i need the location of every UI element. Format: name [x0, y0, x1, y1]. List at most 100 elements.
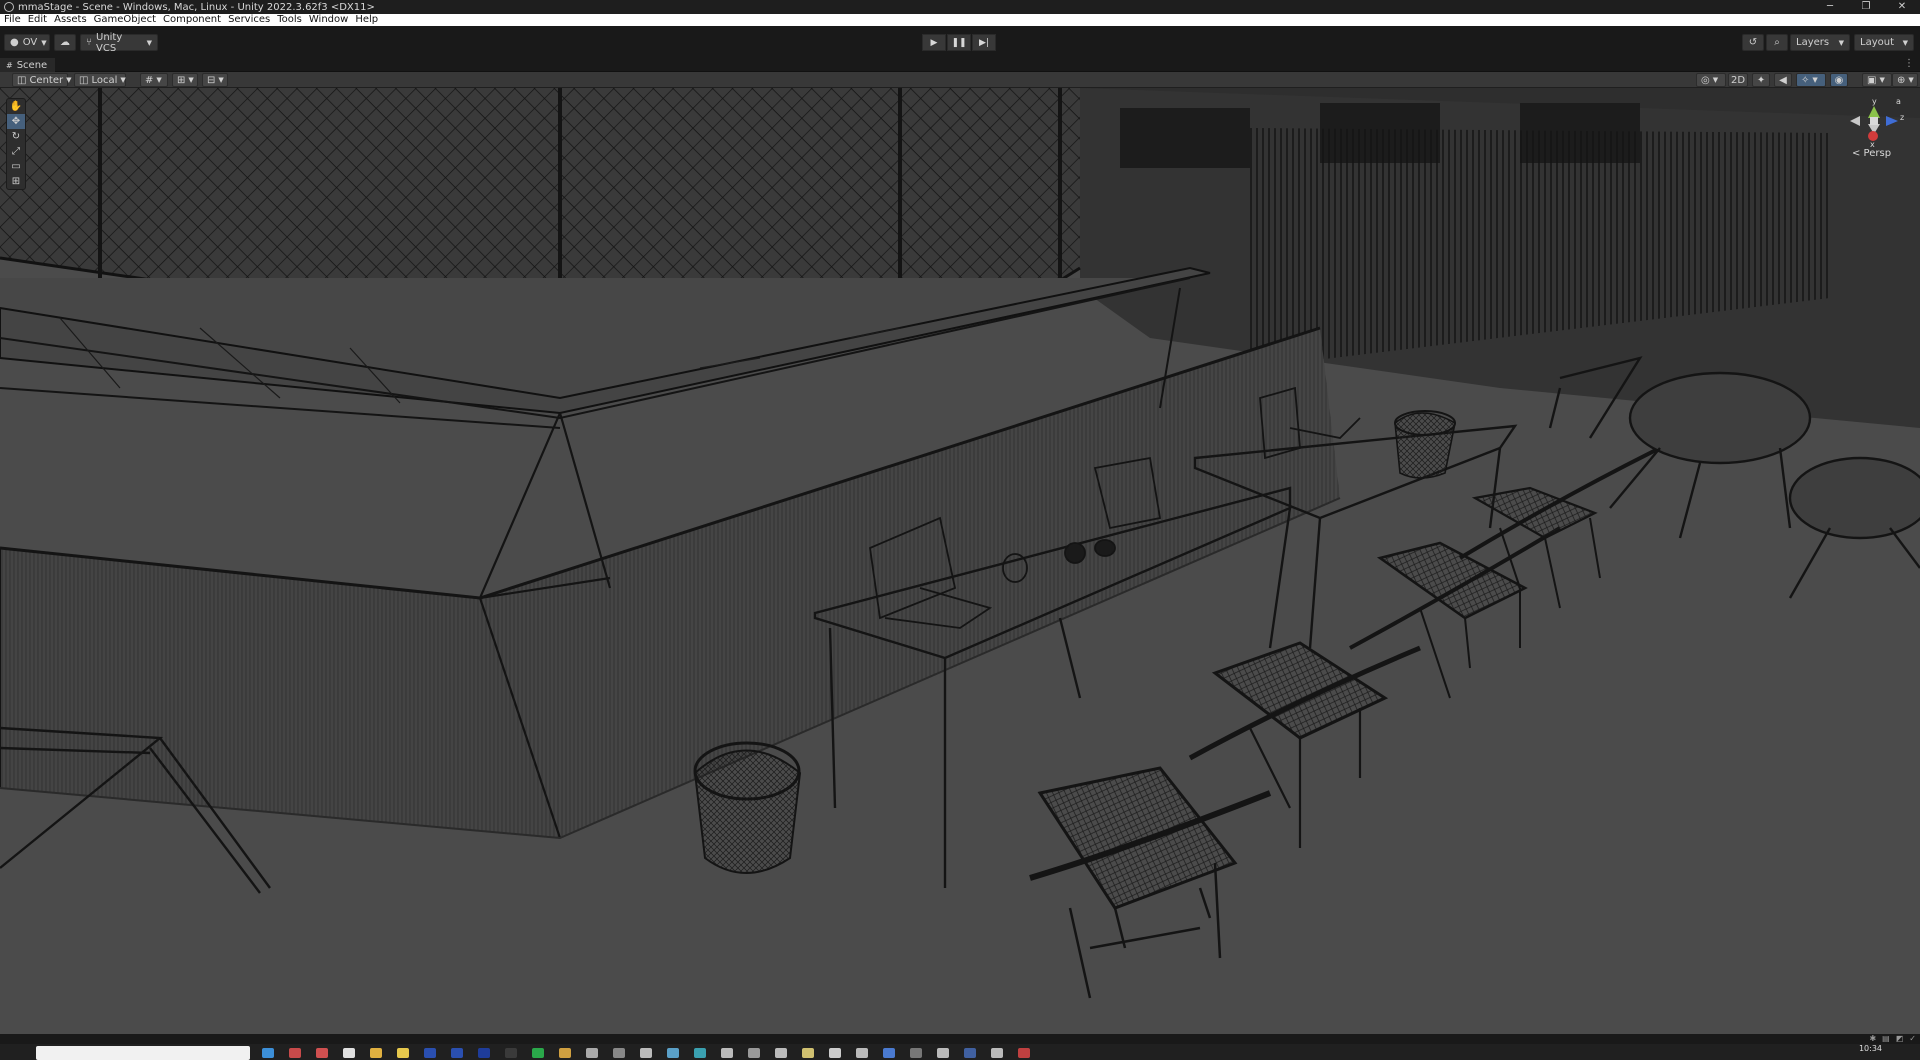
align-button[interactable]: ⊟ ▼ — [202, 73, 228, 87]
taskbar-app-icon[interactable] — [424, 1048, 436, 1058]
increment-snap-button[interactable]: ⊞ ▼ — [172, 73, 198, 87]
scene-visibility-toggle[interactable]: ◉ — [1830, 73, 1848, 87]
play-button[interactable]: ▶ — [922, 34, 946, 51]
search-icon: ⌕ — [1774, 37, 1780, 48]
camera-settings-dropdown[interactable]: ▣ ▼ — [1862, 73, 1892, 87]
menu-component[interactable]: Component — [163, 14, 221, 26]
step-button[interactable]: ▶| — [972, 34, 996, 51]
scale-tool-icon[interactable]: ⤢ — [7, 144, 25, 159]
progress-icon[interactable]: ▤ — [1882, 1034, 1890, 1043]
taskbar-app-icon[interactable] — [748, 1048, 760, 1058]
chevron-down-icon: ▼ — [1812, 76, 1818, 84]
menu-services[interactable]: Services — [228, 14, 270, 26]
hand-tool-icon[interactable]: ✋ — [7, 99, 25, 114]
search-button[interactable]: ⌕ — [1766, 34, 1788, 51]
restore-button[interactable]: ❐ — [1848, 0, 1884, 14]
cloud-button[interactable]: ☁ — [54, 34, 76, 51]
taskbar-app-icon[interactable] — [478, 1048, 490, 1058]
menu-file[interactable]: File — [4, 14, 21, 26]
taskbar-app-icon[interactable] — [316, 1048, 328, 1058]
taskbar-app-icon[interactable] — [262, 1048, 274, 1058]
cloud-icon: ☁ — [60, 37, 70, 48]
taskbar-app-icon[interactable] — [532, 1048, 544, 1058]
layout-dropdown[interactable]: Layout ▼ — [1854, 34, 1914, 51]
layout-label: Layout — [1860, 37, 1894, 48]
account-dropdown[interactable]: ● OV ▼ — [4, 34, 50, 51]
pause-button[interactable]: ❚❚ — [947, 34, 971, 51]
taskbar-app-icon[interactable] — [505, 1048, 517, 1058]
taskbar-app-icon[interactable] — [586, 1048, 598, 1058]
cache-icon[interactable]: ◩ — [1896, 1034, 1904, 1043]
effects-dropdown[interactable]: ✧ ▼ — [1796, 73, 1826, 87]
taskbar-search-box[interactable] — [36, 1046, 250, 1060]
taskbar-app-icon[interactable] — [343, 1048, 355, 1058]
taskbar-app-icon[interactable] — [802, 1048, 814, 1058]
taskbar-apps — [262, 1048, 1030, 1058]
2d-toggle[interactable]: 2D — [1728, 73, 1748, 87]
menu-help[interactable]: Help — [355, 14, 378, 26]
draw-mode-dropdown[interactable]: ◎ ▼ — [1696, 73, 1726, 87]
gizmo-y-label: y — [1872, 97, 1877, 106]
taskbar-app-icon[interactable] — [694, 1048, 706, 1058]
menu-window[interactable]: Window — [309, 14, 348, 26]
chevron-down-icon: ▼ — [1712, 76, 1719, 84]
projection-label[interactable]: < Persp — [1852, 148, 1891, 159]
taskbar-app-icon[interactable] — [721, 1048, 733, 1058]
chevron-down-icon: ▼ — [1902, 38, 1908, 47]
taskbar-app-icon[interactable] — [910, 1048, 922, 1058]
pivot-mode-dropdown[interactable]: ◫ Center ▼ — [12, 73, 72, 87]
taskbar-app-icon[interactable] — [370, 1048, 382, 1058]
taskbar-app-icon[interactable] — [289, 1048, 301, 1058]
scene-icon: # — [6, 60, 13, 70]
taskbar-app-icon[interactable] — [559, 1048, 571, 1058]
taskbar-app-icon[interactable] — [883, 1048, 895, 1058]
vcs-dropdown[interactable]: ⑂ Unity VCS ▼ — [80, 32, 158, 54]
menu-tools[interactable]: Tools — [277, 14, 302, 26]
align-icon: ⊟ — [207, 74, 216, 86]
kebab-menu-icon[interactable]: ⋮ — [1904, 58, 1914, 69]
window-titlebar: mmaStage - Scene - Windows, Mac, Linux -… — [0, 0, 1920, 14]
audio-toggle[interactable]: ◀ — [1774, 73, 1792, 87]
rect-tool-icon[interactable]: ▭ — [7, 159, 25, 174]
unity-logo-icon — [4, 2, 14, 12]
taskbar-app-icon[interactable] — [640, 1048, 652, 1058]
wireframe-scene — [0, 88, 1920, 999]
menu-gameobject[interactable]: GameObject — [94, 14, 156, 26]
gizmos-dropdown[interactable]: ⊕ ▼ — [1892, 73, 1918, 87]
taskbar-app-icon[interactable] — [397, 1048, 409, 1058]
minimize-button[interactable]: ─ — [1812, 0, 1848, 14]
debug-icon[interactable]: ✱ — [1869, 1034, 1876, 1043]
transform-tool-icon[interactable]: ⊞ — [7, 174, 25, 189]
menu-assets[interactable]: Assets — [54, 14, 87, 26]
taskbar-app-icon[interactable] — [613, 1048, 625, 1058]
scene-viewport[interactable]: ✋ ✥ ↻ ⤢ ▭ ⊞ y z x a < Persp — [0, 88, 1920, 1034]
layers-dropdown[interactable]: Layers ▼ — [1790, 34, 1850, 51]
grid-snapping-button[interactable]: # ▼ — [140, 73, 168, 87]
undo-history-button[interactable]: ↺ — [1742, 34, 1764, 51]
taskbar-app-icon[interactable] — [667, 1048, 679, 1058]
account-icon: ● — [10, 37, 19, 48]
gizmo-x-label: x — [1870, 140, 1875, 148]
move-tool-icon[interactable]: ✥ — [7, 114, 25, 129]
orientation-gizmo[interactable]: y z x a < Persp — [1846, 96, 1906, 166]
taskbar-app-icon[interactable] — [856, 1048, 868, 1058]
pivot-rotation-dropdown[interactable]: ◫ Local ▼ — [74, 73, 126, 87]
account-label: OV — [22, 37, 38, 48]
taskbar-app-icon[interactable] — [829, 1048, 841, 1058]
lighting-toggle[interactable]: ✦ — [1752, 73, 1770, 87]
shading-icon: ◎ — [1701, 74, 1710, 86]
taskbar-app-icon[interactable] — [964, 1048, 976, 1058]
chevron-down-icon: ▼ — [41, 38, 47, 47]
taskbar-clock[interactable]: 10:34 — [1859, 1044, 1882, 1053]
menu-edit[interactable]: Edit — [28, 14, 47, 26]
taskbar-app-icon[interactable] — [991, 1048, 1003, 1058]
check-icon[interactable]: ✓ — [1909, 1034, 1916, 1043]
taskbar-app-icon[interactable] — [775, 1048, 787, 1058]
taskbar-app-icon[interactable] — [1018, 1048, 1030, 1058]
rotate-tool-icon[interactable]: ↻ — [7, 129, 25, 144]
taskbar-app-icon[interactable] — [937, 1048, 949, 1058]
taskbar-app-icon[interactable] — [451, 1048, 463, 1058]
close-button[interactable]: ✕ — [1884, 0, 1920, 14]
tab-scene[interactable]: # Scene — [0, 58, 56, 72]
2d-label: 2D — [1730, 74, 1746, 86]
